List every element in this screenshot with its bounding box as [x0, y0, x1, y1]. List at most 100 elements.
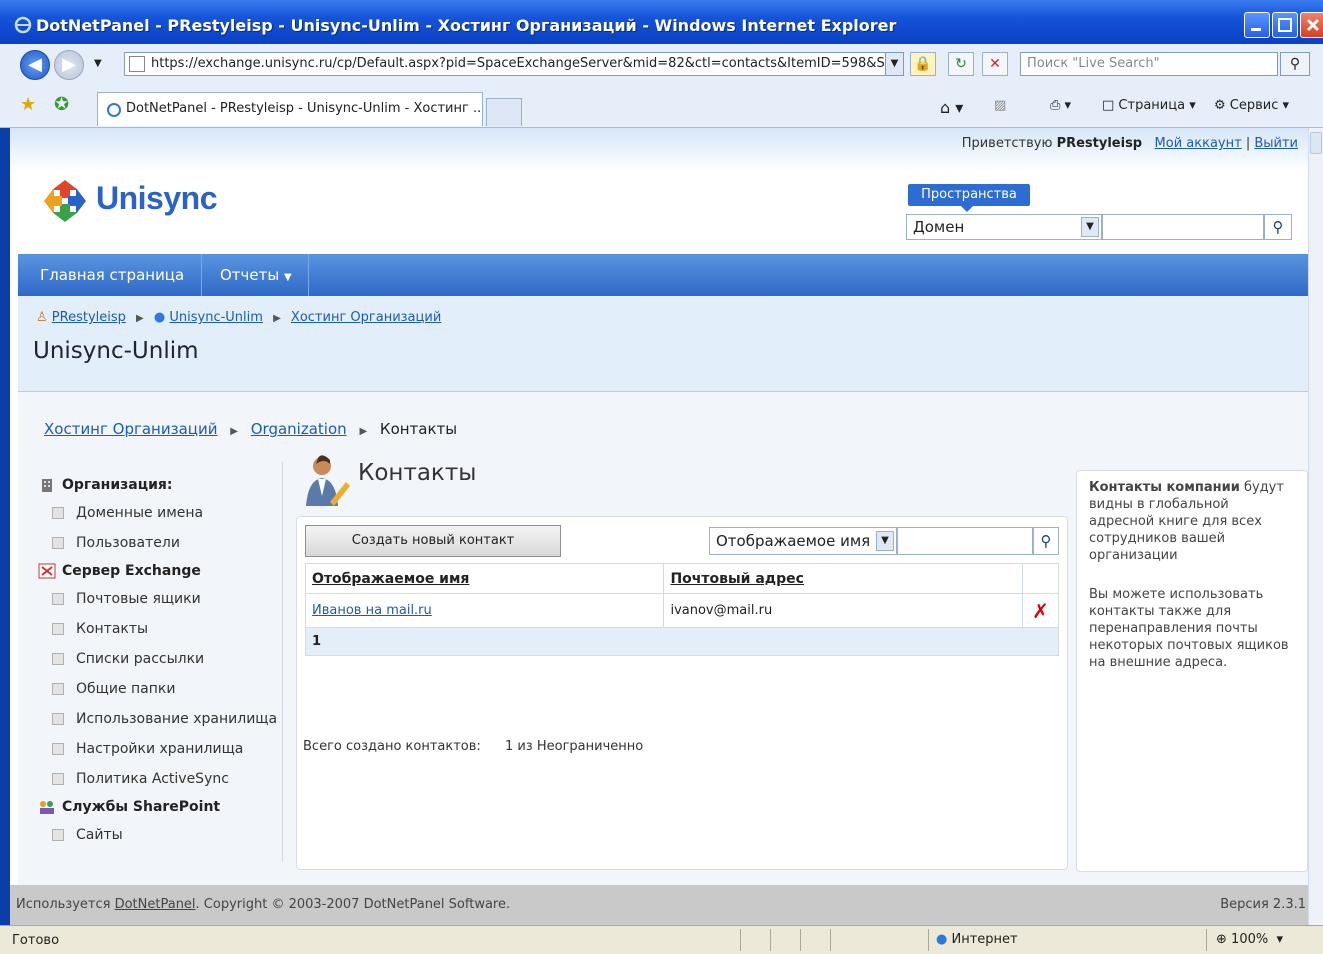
sidebar-item-storage-usage[interactable]: Использование хранилища — [38, 704, 277, 734]
print-icon[interactable]: ⎙ ▾ — [1050, 98, 1071, 113]
bullet-icon — [52, 537, 64, 549]
minimize-button[interactable] — [1244, 12, 1270, 38]
chevron-down-icon[interactable]: ▼ — [876, 531, 894, 551]
breadcrumb-arrow-icon: ▶ — [136, 313, 144, 324]
building-icon — [42, 479, 52, 492]
sidebar-item-lists[interactable]: Списки рассылки — [38, 644, 268, 674]
sidebar-group-label: Службы SharePoint — [62, 799, 221, 815]
add-favorite-icon[interactable]: ✪ — [54, 94, 69, 115]
unisync-logo[interactable]: Unisync — [40, 176, 240, 230]
title-bar: DotNetPanel - PRestyleisp - Unisync-Unli… — [0, 0, 1323, 44]
breadcrumb-organization[interactable]: Organization — [251, 420, 347, 438]
vertical-scrollbar[interactable] — [1308, 128, 1323, 925]
new-tab-button[interactable] — [486, 98, 522, 126]
page-menu[interactable]: □ Страница ▾ — [1102, 98, 1196, 113]
content-area: Хостинг Организаций ▶ Organization ▶ Кон… — [18, 392, 1308, 885]
breadcrumb-hosting[interactable]: Хостинг Организаций — [44, 420, 217, 438]
exchange-icon — [38, 563, 56, 579]
ie-icon — [14, 16, 32, 34]
breadcrumb-user[interactable]: PRestyleisp — [52, 310, 126, 325]
sidebar-item-label: Общие папки — [76, 681, 176, 697]
scrollbar-thumb[interactable] — [1310, 132, 1322, 154]
search-icon[interactable]: ⚲ — [1280, 52, 1310, 76]
col-header-email[interactable]: Почтовый адрес — [663, 563, 1023, 594]
window-title: DotNetPanel - PRestyleisp - Unisync-Unli… — [36, 16, 897, 35]
security-zone[interactable]: ● Интернет — [936, 932, 1018, 947]
zoom-label: 100% — [1231, 932, 1269, 947]
bullet-icon — [52, 593, 64, 605]
create-contact-button[interactable]: Создать новый контакт — [305, 525, 561, 557]
filter-field-select[interactable]: Отображаемое имя ▼ — [709, 527, 897, 555]
close-window-button[interactable] — [1300, 12, 1323, 38]
logout-link[interactable]: Выйти — [1254, 136, 1298, 151]
back-button[interactable]: ◀ — [20, 50, 50, 80]
breadcrumb-arrow-icon: ▶ — [230, 426, 238, 437]
browser-toolbar: ◀ ▶ ▼ https://exchange.unisync.ru/cp/Def… — [0, 44, 1323, 128]
pager-row: 1 — [305, 627, 1059, 656]
chevron-down-icon[interactable]: ▼ — [1081, 217, 1099, 237]
menu-reports[interactable]: Отчеты ▼ — [220, 266, 292, 284]
address-bar[interactable]: https://exchange.unisync.ru/cp/Default.a… — [124, 52, 904, 76]
status-divider — [770, 929, 771, 951]
pager-page[interactable]: 1 — [305, 627, 1059, 656]
dotnetpanel-link[interactable]: DotNetPanel — [115, 897, 196, 912]
sidebar-item-domains[interactable]: Доменные имена — [38, 498, 268, 528]
status-divider — [928, 929, 929, 951]
sidebar-item-storage-settings[interactable]: Настройки хранилища — [38, 734, 268, 764]
maximize-button[interactable] — [1272, 12, 1298, 38]
web-page: Приветствую PRestyleisp Мой аккаунт | Вы… — [10, 128, 1308, 925]
stop-icon[interactable]: ✕ — [982, 52, 1008, 76]
domain-select[interactable]: Домен ▼ — [906, 214, 1102, 240]
sidebar-group-label: Организация: — [62, 477, 173, 493]
zoom-control[interactable]: ⊕ 100% ▾ — [1216, 932, 1283, 947]
delete-icon[interactable]: ✗ — [1032, 599, 1049, 623]
my-account-link[interactable]: Мой аккаунт — [1155, 136, 1242, 151]
sidebar-item-label: Пользователи — [76, 535, 180, 551]
domain-search-icon[interactable]: ⚲ — [1264, 214, 1292, 240]
table-row: Иванов на mail.ru ivanov@mail.ru ✗ — [304, 593, 1060, 628]
home-icon[interactable]: ⌂ ▾ — [940, 98, 963, 117]
lock-icon[interactable]: 🔒 — [910, 52, 936, 76]
contact-name-cell: Иванов на mail.ru — [304, 593, 665, 628]
col-header-name[interactable]: Отображаемое имя — [304, 563, 665, 594]
sidebar-item-public-folders[interactable]: Общие папки — [38, 674, 268, 704]
copyright: Используется DotNetPanel. Copyright © 20… — [16, 897, 510, 912]
bullet-icon — [52, 507, 64, 519]
forward-button[interactable]: ▶ — [54, 50, 84, 80]
contact-email-cell: ivanov@mail.ru — [663, 593, 1023, 628]
sidebar-item-sites[interactable]: Сайты — [38, 820, 268, 850]
contacts-table: Отображаемое имя Почтовый адрес Иванов н… — [304, 563, 1060, 656]
menu-home[interactable]: Главная страница — [40, 266, 184, 284]
sidebar-item-users[interactable]: Пользователи — [38, 528, 268, 558]
sidebar-item-contacts[interactable]: Контакты — [38, 614, 268, 644]
favorites-star-icon[interactable]: ★ — [20, 94, 36, 115]
sidebar-group-organization: Организация: — [38, 472, 268, 498]
sidebar-item-label: Политика ActiveSync — [76, 771, 229, 787]
breadcrumb-plan[interactable]: Хостинг Организаций — [291, 310, 441, 325]
refresh-icon[interactable]: ↻ — [948, 52, 974, 76]
logo-text: Unisync — [96, 180, 217, 216]
filter-search-input[interactable] — [897, 527, 1033, 555]
filter-search-icon[interactable]: ⚲ — [1033, 527, 1059, 555]
breadcrumb-space[interactable]: Unisync-Unlim — [169, 310, 263, 325]
address-text: https://exchange.unisync.ru/cp/Default.a… — [151, 56, 904, 71]
status-bar: Готово ● Интернет ⊕ 100% ▾ — [0, 925, 1323, 954]
menu-reports-label: Отчеты — [220, 266, 280, 284]
browser-tab-active[interactable]: DotNetPanel - PRestyleisp - Unisync-Unli… — [97, 92, 483, 126]
feeds-icon[interactable]: ▨ — [994, 98, 1006, 113]
contact-name-link[interactable]: Иванов на mail.ru — [312, 603, 432, 618]
space-breadcrumb-band: ♙ PRestyleisp ▶ ● Unisync-Unlim ▶ Хостин… — [18, 296, 1308, 392]
domain-search-input[interactable] — [1102, 214, 1264, 240]
domain-select-value: Домен — [913, 218, 965, 236]
tools-menu[interactable]: ⚙ Сервис ▾ — [1214, 98, 1289, 113]
contact-person-icon — [306, 455, 350, 506]
status-divider — [1206, 929, 1207, 951]
search-input[interactable]: Поиск "Live Search" — [1020, 52, 1278, 76]
contacts-total: Всего создано контактов: 1 из Неограниче… — [303, 739, 643, 754]
address-dropdown-icon[interactable]: ▼ — [885, 53, 903, 75]
history-dropdown-icon[interactable]: ▼ — [94, 58, 102, 69]
col-header-actions — [1021, 563, 1060, 594]
sidebar-item-activesync[interactable]: Политика ActiveSync — [38, 764, 268, 794]
zone-label: Интернет — [951, 932, 1018, 947]
sidebar-item-mailboxes[interactable]: Почтовые ящики — [38, 584, 268, 614]
